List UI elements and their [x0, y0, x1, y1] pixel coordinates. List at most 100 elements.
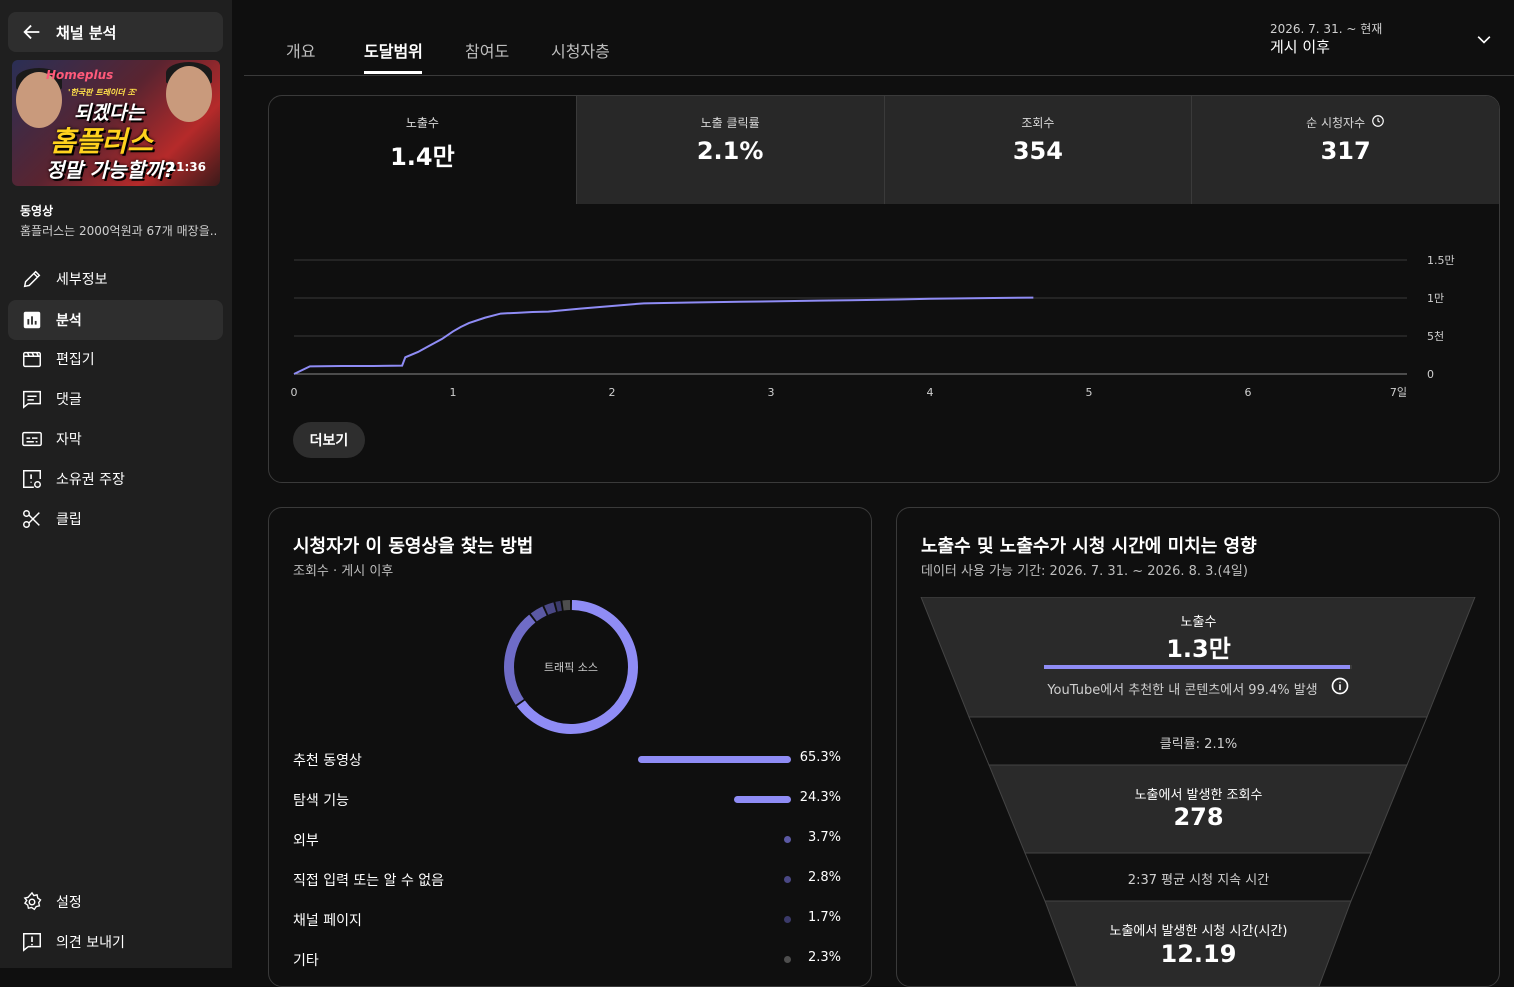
date-range-label: 게시 이후 — [1270, 38, 1330, 56]
metric-label: 노출 클릭률 — [700, 116, 760, 130]
info-icon[interactable] — [1330, 676, 1350, 700]
funnel-impressions-note: YouTube에서 추천한 내 콘텐츠에서 99.4% 발생 — [1047, 682, 1318, 698]
metric-views[interactable]: 조회수 354 — [883, 96, 1192, 204]
funnel-card-title: 노출수 및 노출수가 시청 시간에 미치는 영향 — [921, 536, 1257, 557]
nav-label: 분석 — [56, 313, 82, 329]
traffic-source-dot — [784, 916, 791, 923]
back-to-channel-analytics[interactable]: 채널 분석 — [8, 12, 223, 52]
metric-tabs: 노출수 1.4만 노출 클릭률 2.1% 조회수 354 순 시청자수 317 — [269, 96, 1499, 204]
funnel-avg-duration: 2:37 평균 시청 지속 시간 — [1127, 873, 1270, 888]
feedback-icon — [8, 931, 56, 953]
reach-chart-card: 노출수 1.4만 노출 클릭률 2.1% 조회수 354 순 시청자수 317 … — [268, 95, 1500, 483]
donut-center-label: 트래픽 소스 — [544, 661, 598, 674]
metric-ctr[interactable]: 노출 클릭률 2.1% — [575, 96, 884, 204]
traffic-source-row[interactable]: 채널 페이지 1.7% — [293, 910, 841, 930]
funnel-card-subtitle: 데이터 사용 가능 기간: 2026. 7. 31. ~ 2026. 8. 3.… — [921, 564, 1248, 579]
subtitles-icon — [8, 428, 56, 450]
video-title[interactable]: 홈플러스는 2000억원과 67개 매장을... — [20, 222, 216, 239]
traffic-source-row[interactable]: 직접 입력 또는 알 수 없음 2.8% — [293, 870, 841, 890]
metric-value: 354 — [1012, 137, 1063, 165]
funnel-ctr: 클릭률: 2.1% — [1159, 737, 1238, 752]
nav-label: 편집기 — [56, 352, 95, 368]
nav-label: 댓글 — [56, 392, 82, 408]
traffic-source-label: 채널 페이지 — [293, 913, 362, 929]
traffic-source-row[interactable]: 기타 2.3% — [293, 950, 841, 970]
traffic-donut-chart[interactable]: 트래픽 소스 — [269, 593, 873, 743]
traffic-source-bar — [638, 756, 791, 763]
nav-label: 자막 — [56, 432, 82, 448]
video-label: 동영상 — [20, 204, 54, 218]
nav-clips[interactable]: 클립 — [8, 499, 223, 539]
nav-comments[interactable]: 댓글 — [8, 379, 223, 419]
metric-impressions[interactable]: 노출수 1.4만 — [269, 96, 576, 204]
traffic-source-label: 외부 — [293, 833, 319, 849]
nav-analytics[interactable]: 분석 — [8, 300, 223, 340]
funnel-impressions-value: 1.3만 — [1166, 635, 1231, 663]
nav-details[interactable]: 세부정보 — [8, 259, 223, 299]
tab-overview[interactable]: 개요 — [286, 38, 315, 62]
traffic-source-value: 3.7% — [807, 830, 841, 845]
metric-label: 순 시청자수 — [1306, 116, 1366, 130]
thumbnail-person-right — [166, 66, 212, 122]
x-tick-label: 2 — [609, 386, 616, 399]
traffic-source-dot — [784, 956, 791, 963]
tab-reach[interactable]: 도달범위 — [364, 38, 423, 62]
back-arrow-icon — [8, 21, 56, 43]
metric-value: 317 — [1320, 137, 1371, 165]
video-thumbnail[interactable]: Homeplus '한국판 트레이더 조' 되겠다는 홈플러스 정말 가능할까?… — [12, 60, 220, 186]
analytics-icon — [8, 309, 56, 331]
traffic-source-label: 탐색 기능 — [293, 793, 349, 809]
x-tick-label: 6 — [1245, 386, 1252, 399]
y-tick-label: 1만 — [1427, 292, 1444, 305]
date-range-text: 2026. 7. 31. ~ 현재 — [1270, 22, 1383, 36]
donut-slice[interactable] — [562, 600, 571, 611]
tab-engagement[interactable]: 참여도 — [465, 38, 509, 62]
donut-slice[interactable] — [504, 614, 536, 705]
traffic-source-value: 2.3% — [807, 950, 841, 965]
traffic-source-label: 추천 동영상 — [293, 753, 362, 769]
nav-label: 세부정보 — [56, 272, 108, 288]
traffic-source-bar — [734, 796, 791, 803]
funnel-impressions-label: 노출수 — [1180, 615, 1217, 630]
nav-feedback[interactable]: 의견 보내기 — [8, 922, 223, 962]
impressions-funnel-card: 노출수 및 노출수가 시청 시간에 미치는 영향 데이터 사용 가능 기간: 2… — [896, 507, 1500, 987]
traffic-source-value: 2.8% — [807, 870, 841, 885]
metric-label: 노출수 — [405, 116, 439, 130]
chevron-down-icon — [1474, 30, 1494, 54]
y-tick-label: 0 — [1427, 368, 1434, 381]
donut-slice[interactable] — [530, 606, 547, 622]
traffic-card-title: 시청자가 이 동영상을 찾는 방법 — [293, 536, 534, 557]
funnel-impressions-note-row: YouTube에서 추천한 내 콘텐츠에서 99.4% 발생 — [921, 676, 1476, 700]
gear-icon — [8, 891, 56, 913]
nav-label: 소유권 주장 — [56, 472, 125, 488]
more-button[interactable]: 더보기 — [293, 422, 365, 458]
clapperboard-icon — [8, 348, 56, 370]
nav-editor[interactable]: 편집기 — [8, 339, 223, 379]
y-tick-label: 1.5만 — [1427, 254, 1455, 267]
funnel-views-value: 278 — [1173, 803, 1224, 831]
metric-unique-viewers[interactable]: 순 시청자수 317 — [1191, 96, 1499, 204]
thumbnail-subtitle: '한국판 트레이더 조' — [68, 88, 138, 97]
thumbnail-brand: Homeplus — [46, 68, 114, 82]
traffic-source-label: 기타 — [293, 953, 319, 969]
traffic-source-row[interactable]: 탐색 기능 24.3% — [293, 790, 841, 810]
nav-copyright[interactable]: 소유권 주장 — [8, 459, 223, 499]
active-tab-indicator — [364, 71, 422, 74]
funnel-watch-label: 노출에서 발생한 시청 시간(시간) — [1109, 924, 1288, 939]
donut-slice[interactable] — [555, 600, 562, 612]
x-tick-label: 7일 — [1390, 385, 1407, 399]
x-tick-label: 4 — [927, 386, 934, 399]
nav-settings[interactable]: 설정 — [8, 882, 223, 922]
tab-audience[interactable]: 시청자층 — [551, 38, 610, 62]
funnel-watch-value: 12.19 — [1160, 940, 1237, 968]
traffic-source-label: 직접 입력 또는 알 수 없음 — [293, 873, 445, 889]
traffic-source-row[interactable]: 외부 3.7% — [293, 830, 841, 850]
nav-subtitles[interactable]: 자막 — [8, 419, 223, 459]
donut-slice[interactable] — [544, 602, 557, 615]
metric-value: 2.1% — [696, 137, 764, 165]
clock-icon — [1371, 114, 1385, 131]
traffic-source-dot — [784, 836, 791, 843]
sidebar: 채널 분석 Homeplus '한국판 트레이더 조' 되겠다는 홈플러스 정말… — [0, 0, 232, 968]
x-tick-label: 0 — [291, 386, 298, 399]
traffic-source-row[interactable]: 추천 동영상 65.3% — [293, 750, 841, 770]
